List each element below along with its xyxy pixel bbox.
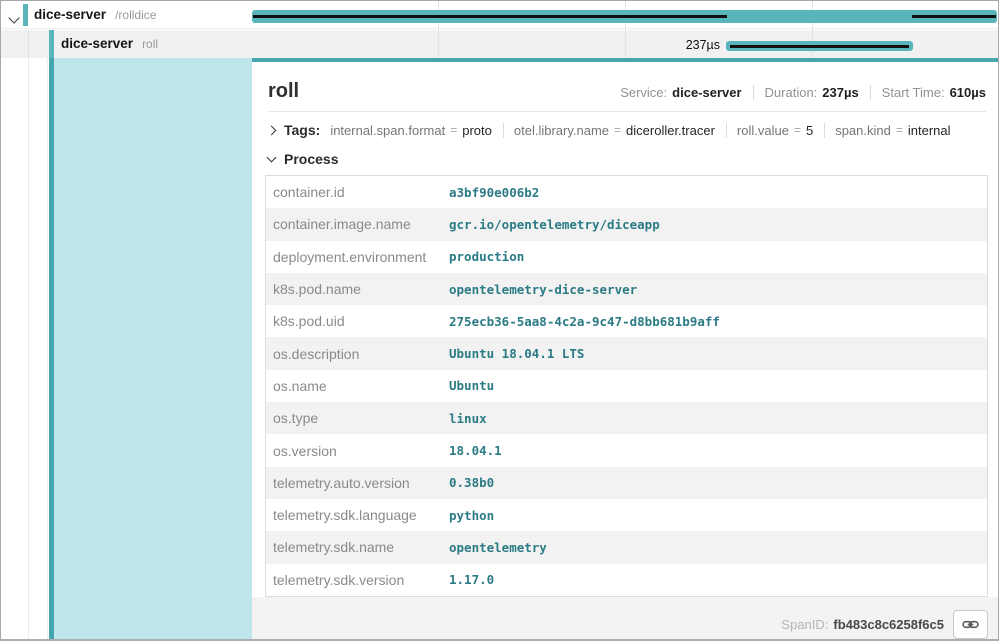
divider <box>824 123 825 138</box>
table-row: deployment.environmentproduction <box>266 241 987 273</box>
span-detail-panel: roll Service: dice-server Duration: 237µ… <box>252 58 998 639</box>
table-row: telemetry.sdk.languagepython <box>266 499 987 531</box>
table-row: os.typelinux <box>266 402 987 434</box>
duration-label: Duration: <box>765 85 818 100</box>
divider <box>870 85 871 100</box>
process-key: k8s.pod.uid <box>266 313 449 329</box>
process-value: a3bf90e006b2 <box>449 185 539 200</box>
span-id-label: SpanID: <box>781 617 828 632</box>
span-duration-label: 237µs <box>606 38 720 52</box>
span-operation-title: roll <box>268 80 299 102</box>
selected-span-highlight <box>54 58 252 639</box>
timeline: 237µs <box>252 1 998 58</box>
process-value: 18.04.1 <box>449 443 502 458</box>
process-key: k8s.pod.name <box>266 281 449 297</box>
table-row: telemetry.auto.version0.38b0 <box>266 467 987 499</box>
span-id-value: fb483c8c6258f6c5 <box>833 617 944 632</box>
process-value: gcr.io/opentelemetry/diceapp <box>449 217 660 232</box>
self-time-marker <box>730 45 909 48</box>
equals-sign: = <box>896 123 903 137</box>
table-row: container.image.namegcr.io/opentelemetry… <box>266 208 987 240</box>
process-key: telemetry.auto.version <box>266 475 449 491</box>
service-value: dice-server <box>672 85 741 100</box>
equals-sign: = <box>450 123 457 137</box>
span-detail-header: roll Service: dice-server Duration: 237µ… <box>252 62 998 102</box>
trace-view-window: dice-server/rolldice dice-serverroll 237… <box>0 0 999 641</box>
service-name: dice-serverroll <box>61 36 158 51</box>
process-key: os.type <box>266 410 449 426</box>
tag-item: span.kind = internal <box>835 123 950 138</box>
child-span-marker <box>912 15 996 18</box>
copy-link-button[interactable] <box>953 610 988 639</box>
span-summary: Service: dice-server Duration: 237µs Sta… <box>620 85 986 102</box>
process-key: os.name <box>266 378 449 394</box>
service-color-bar <box>23 4 28 26</box>
chevron-down-icon <box>267 153 277 163</box>
process-value: python <box>449 508 494 523</box>
process-section-toggle[interactable]: Process <box>252 151 998 167</box>
process-key: telemetry.sdk.version <box>266 572 449 588</box>
process-value: Ubuntu 18.04.1 LTS <box>449 346 584 361</box>
tag-item: internal.span.format = proto <box>330 123 504 138</box>
process-value: opentelemetry-dice-server <box>449 282 637 297</box>
process-kv-table: container.ida3bf90e006b2 container.image… <box>265 175 988 597</box>
header-divider <box>268 111 986 112</box>
table-row: k8s.pod.uid275ecb36-5aa8-4c2a-9c47-d8bb6… <box>266 305 987 337</box>
span-id: SpanID: fb483c8c6258f6c5 <box>781 610 988 639</box>
service-name: dice-server/rolldice <box>34 7 156 22</box>
span-detail-footer: SpanID: fb483c8c6258f6c5 <box>252 597 998 639</box>
table-row: os.descriptionUbuntu 18.04.1 LTS <box>266 337 987 369</box>
process-value: 275ecb36-5aa8-4c2a-9c47-d8bb681b9aff <box>449 314 720 329</box>
process-value: opentelemetry <box>449 540 547 555</box>
indent-guide <box>47 58 48 639</box>
process-key: container.id <box>266 184 449 200</box>
divider <box>503 123 504 138</box>
table-row: k8s.pod.nameopentelemetry-dice-server <box>266 273 987 305</box>
span-bar-roll[interactable] <box>726 41 913 51</box>
divider <box>726 123 727 138</box>
service-color-bar <box>49 30 54 58</box>
tags-label: Tags: <box>284 122 320 138</box>
link-icon <box>962 616 979 633</box>
process-key: telemetry.sdk.language <box>266 507 449 523</box>
table-row: telemetry.sdk.version1.17.0 <box>266 564 987 596</box>
child-span-marker <box>253 15 727 18</box>
process-key: deployment.environment <box>266 249 449 265</box>
duration-value: 237µs <box>822 85 858 100</box>
detail-body: roll Service: dice-server Duration: 237µ… <box>1 58 998 639</box>
divider <box>753 85 754 100</box>
indent-guide <box>28 58 29 639</box>
table-row: telemetry.sdk.nameopentelemetry <box>266 531 987 563</box>
process-value: Ubuntu <box>449 378 494 393</box>
process-key: os.version <box>266 443 449 459</box>
service-label: Service: <box>620 85 667 100</box>
equals-sign: = <box>794 123 801 137</box>
chevron-right-icon <box>267 126 277 136</box>
span-bar-rolldice[interactable] <box>252 10 997 23</box>
start-time-value: 610µs <box>950 85 986 100</box>
table-row: os.version18.04.1 <box>266 434 987 466</box>
tag-item: roll.value = 5 <box>737 123 825 138</box>
process-value: 0.38b0 <box>449 475 494 490</box>
tag-item: otel.library.name = diceroller.tracer <box>514 123 727 138</box>
process-label: Process <box>284 151 338 167</box>
process-value: production <box>449 249 524 264</box>
table-row: container.ida3bf90e006b2 <box>266 176 987 208</box>
equals-sign: = <box>614 123 621 137</box>
process-key: container.image.name <box>266 216 449 232</box>
tags-section-toggle[interactable]: Tags: internal.span.format = proto otel.… <box>252 122 998 138</box>
operation-name: roll <box>142 37 158 51</box>
process-key: os.description <box>266 346 449 362</box>
process-key: telemetry.sdk.name <box>266 539 449 555</box>
collapse-chevron-icon[interactable] <box>10 9 18 27</box>
start-time-label: Start Time: <box>882 85 945 100</box>
process-value: linux <box>449 411 487 426</box>
process-value: 1.17.0 <box>449 572 494 587</box>
table-row: os.nameUbuntu <box>266 370 987 402</box>
operation-name: /rolldice <box>115 8 156 22</box>
indent-guide <box>28 30 29 58</box>
